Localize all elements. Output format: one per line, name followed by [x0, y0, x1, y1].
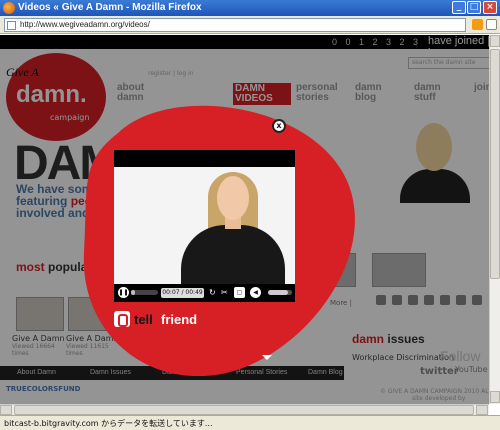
status-bar: bitcast-b.bitgravity.com からデータを転送しています..…	[0, 415, 500, 430]
volume-fill	[268, 290, 289, 295]
close-window-button[interactable]: ×	[483, 1, 497, 14]
tell-text: tell	[134, 312, 153, 327]
address-toolbar: http://www.wegiveadamn.org/videos/	[0, 16, 500, 34]
player-controls: ❚❚ 00:07 / 00:49 ↻ ✂ ▢ ◀	[114, 286, 295, 300]
scroll-up-icon[interactable]	[490, 35, 500, 47]
horizontal-scrollbar[interactable]	[0, 404, 489, 415]
volume-slider[interactable]	[268, 290, 292, 295]
pause-button[interactable]: ❚❚	[118, 287, 129, 298]
friend-text: friend	[161, 312, 198, 327]
time-display: 00:07 / 00:49	[161, 288, 204, 298]
url-field[interactable]: http://www.wegiveadamn.org/videos/	[4, 18, 466, 32]
loop-icon[interactable]: ↻	[209, 287, 216, 298]
phone-icon	[114, 311, 130, 327]
tell-a-friend-button[interactable]: tell friend	[114, 309, 206, 329]
progress-fill	[131, 290, 135, 295]
video-frame[interactable]	[114, 167, 295, 284]
scroll-left-icon[interactable]	[0, 405, 12, 415]
vertical-scroll-thumb[interactable]	[490, 49, 500, 279]
window-titlebar: Videos « Give A Damn - Mozilla Firefox _…	[0, 0, 500, 16]
rss-feed-icon[interactable]	[472, 19, 483, 30]
scroll-down-icon[interactable]	[490, 391, 500, 403]
video-player: ❚❚ 00:07 / 00:49 ↻ ✂ ▢ ◀	[114, 150, 295, 302]
progress-bar[interactable]	[131, 290, 158, 295]
mute-button[interactable]: ◀	[250, 287, 261, 298]
scroll-right-icon[interactable]	[476, 405, 488, 415]
window-title: Videos « Give A Damn - Mozilla Firefox	[18, 2, 202, 13]
share-icon[interactable]: ✂	[221, 287, 228, 298]
maximize-button[interactable]: □	[467, 1, 481, 14]
firefox-icon	[3, 2, 15, 14]
chevron-down-icon[interactable]	[262, 355, 272, 360]
horizontal-scroll-thumb[interactable]	[14, 405, 474, 415]
search-engine-icon[interactable]	[486, 19, 497, 30]
url-text: http://www.wegiveadamn.org/videos/	[20, 20, 150, 29]
vertical-scrollbar[interactable]	[489, 35, 500, 404]
minimize-button[interactable]: _	[452, 1, 466, 14]
status-text: bitcast-b.bitgravity.com からデータを転送しています..…	[4, 419, 213, 428]
close-modal-button[interactable]: x	[272, 119, 286, 133]
fullscreen-button[interactable]: ▢	[234, 287, 245, 298]
page-favicon-icon	[7, 21, 16, 30]
